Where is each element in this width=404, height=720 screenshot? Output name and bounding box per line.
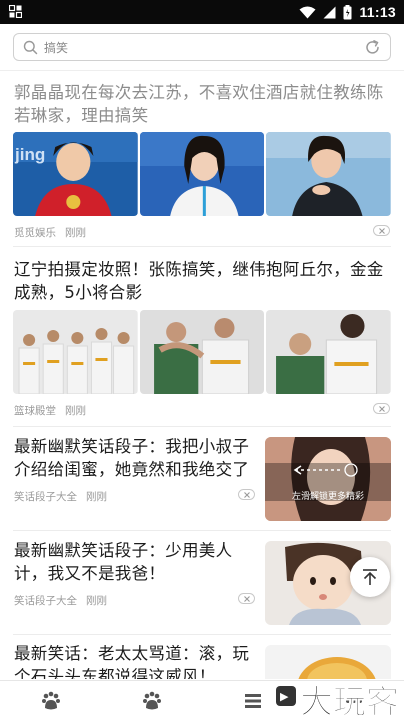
news-image[interactable] <box>13 310 138 394</box>
news-images[interactable] <box>13 310 392 394</box>
news-source: 笑话段子大全 <box>14 595 77 607</box>
news-image[interactable]: jing <box>13 132 138 216</box>
thumbnail-caption: 左滑解锁更多精彩 <box>291 492 364 502</box>
dismiss-button[interactable] <box>373 225 390 236</box>
watermark-logo: ▶ 大玩客 <box>276 676 404 720</box>
news-source: 笑话段子大全 <box>14 491 77 503</box>
news-source: 篮球殿堂 <box>14 405 56 417</box>
news-card[interactable]: 最新笑话：老太太骂道：滚，玩个石头头东都说得这威风！ <box>0 635 404 679</box>
news-time: 刚刚 <box>86 491 107 503</box>
signal-icon <box>323 6 336 18</box>
news-title[interactable]: 郭晶晶现在每次去江苏，不喜欢住酒店就住教练陈若琳家，理由搞笑 <box>14 81 390 127</box>
app-notification-icon <box>9 5 22 18</box>
close-icon <box>243 595 250 602</box>
news-card[interactable]: 最新幽默笑话段子：我把小叔子介绍给闺蜜，她竟然和我绝交了 笑话段子大全 刚刚 左… <box>0 427 404 531</box>
news-title[interactable]: 最新笑话：老太太骂道：滚，玩个石头头东都说得这威风！ <box>14 642 252 679</box>
tab-discover[interactable] <box>101 681 202 720</box>
news-card[interactable]: 辽宁拍摄定妆照！张陈搞笑，继伟抱阿丘尔，金金成熟，5小将合影 篮球殿堂 刚刚 <box>0 247 404 427</box>
tab-home[interactable] <box>0 681 101 720</box>
news-thumbnail[interactable] <box>265 645 391 679</box>
arrow-up-icon <box>363 569 377 585</box>
news-time: 刚刚 <box>65 405 86 417</box>
list-icon <box>244 693 261 708</box>
dismiss-button[interactable] <box>373 403 390 414</box>
news-image[interactable] <box>139 310 265 394</box>
close-icon <box>378 227 385 234</box>
close-icon <box>243 491 250 498</box>
news-time: 刚刚 <box>65 227 86 239</box>
news-feed[interactable]: 郭晶晶现在每次去江苏，不喜欢住酒店就住教练陈若琳家，理由搞笑 jing 觅觅娱乐… <box>0 71 404 679</box>
news-card[interactable]: 郭晶晶现在每次去江苏，不喜欢住酒店就住教练陈若琳家，理由搞笑 jing 觅觅娱乐… <box>0 71 404 247</box>
news-meta: 笑话段子大全 刚刚 <box>14 489 107 504</box>
svg-text:大玩客: 大玩客 <box>300 682 399 720</box>
battery-icon <box>343 4 352 19</box>
news-title[interactable]: 最新幽默笑话段子：少用美人计，我又不是我爸！ <box>14 539 252 585</box>
news-thumbnail[interactable]: 左滑解锁更多精彩 <box>265 437 391 521</box>
dismiss-button[interactable] <box>238 489 255 500</box>
close-icon <box>378 405 385 412</box>
news-meta: 觅觅娱乐 刚刚 <box>14 225 86 240</box>
news-image[interactable] <box>266 132 392 216</box>
news-image[interactable] <box>139 132 265 216</box>
svg-text:jing: jing <box>14 145 45 164</box>
news-source: 觅觅娱乐 <box>14 227 56 239</box>
dismiss-button[interactable] <box>238 593 255 604</box>
status-bar: 11:13 <box>0 0 404 24</box>
news-image[interactable] <box>266 310 392 394</box>
news-title[interactable]: 辽宁拍摄定妆照！张陈搞笑，继伟抱阿丘尔，金金成熟，5小将合影 <box>14 258 390 304</box>
svg-text:▶: ▶ <box>280 690 289 703</box>
back-to-top-button[interactable] <box>350 557 390 597</box>
news-title[interactable]: 最新幽默笑话段子：我把小叔子介绍给闺蜜，她竟然和我绝交了 <box>14 435 252 481</box>
paw-icon <box>41 691 60 709</box>
news-meta: 笑话段子大全 刚刚 <box>14 593 107 608</box>
search-placeholder: 搞笑 <box>44 41 69 55</box>
news-card[interactable]: 最新幽默笑话段子：少用美人计，我又不是我爸！ 笑话段子大全 刚刚 <box>0 531 404 635</box>
news-images[interactable]: jing <box>13 132 392 216</box>
wifi-icon <box>299 6 316 18</box>
refresh-icon[interactable] <box>364 39 381 56</box>
search-input[interactable]: 搞笑 <box>13 33 391 61</box>
search-icon <box>23 40 38 55</box>
paw-icon <box>142 691 161 709</box>
news-meta: 篮球殿堂 刚刚 <box>14 403 86 418</box>
status-time: 11:13 <box>359 4 396 20</box>
search-bar: 搞笑 <box>0 24 404 70</box>
news-time: 刚刚 <box>86 595 107 607</box>
